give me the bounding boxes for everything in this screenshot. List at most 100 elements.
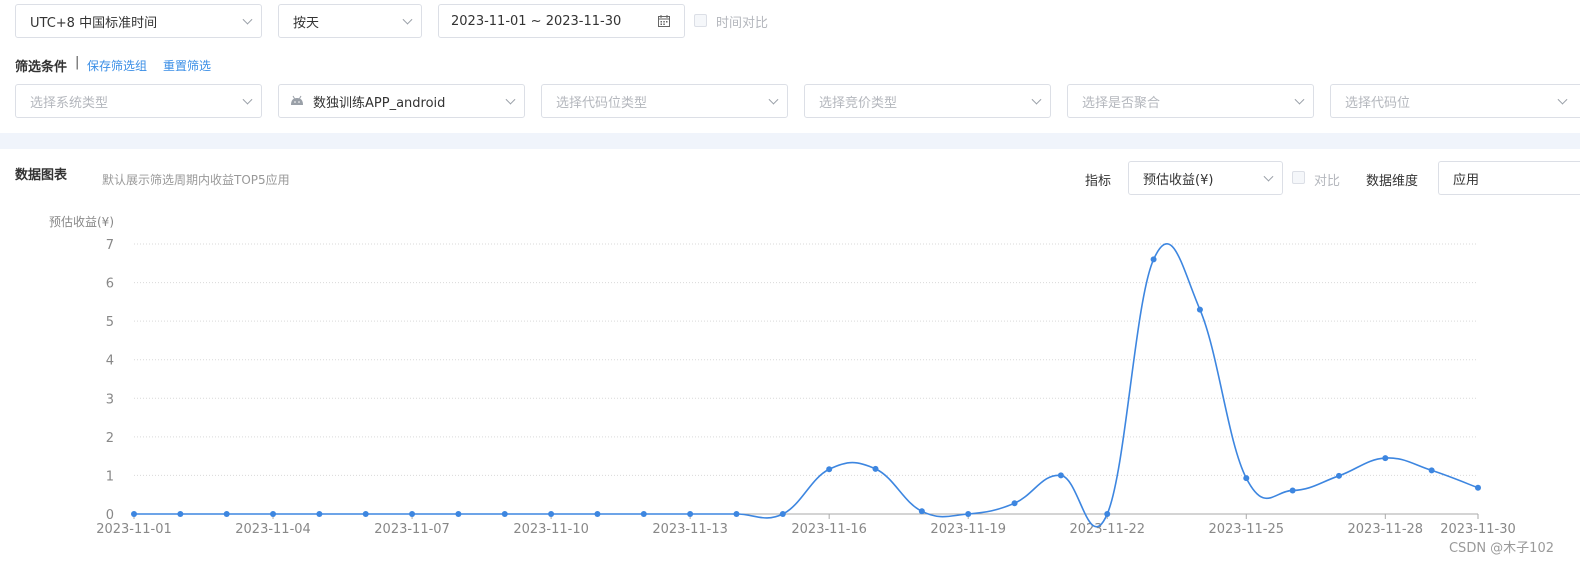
- aggregate-select[interactable]: 选择是否聚合: [1067, 84, 1314, 118]
- data-point[interactable]: [1475, 484, 1481, 491]
- chevron-down-icon: [1263, 171, 1274, 182]
- data-point[interactable]: [1104, 511, 1111, 517]
- chevron-down-icon: [1294, 94, 1305, 105]
- data-point[interactable]: [640, 511, 647, 517]
- data-point[interactable]: [965, 511, 972, 517]
- data-point[interactable]: [270, 511, 277, 517]
- x-tick-label: 2023-11-13: [652, 522, 728, 537]
- y-tick-label: 1: [106, 469, 114, 484]
- x-tick-label: 2023-11-04: [235, 522, 311, 537]
- calendar-icon: [658, 15, 670, 27]
- data-point[interactable]: [501, 511, 508, 517]
- chart-section-title: 数据图表: [15, 168, 68, 183]
- x-tick-label: 2023-11-30: [1440, 522, 1516, 537]
- metric-select[interactable]: 预估收益(¥): [1128, 161, 1283, 195]
- section-divider: [0, 133, 1580, 149]
- y-tick-label: 0: [106, 508, 114, 523]
- granularity-select[interactable]: 按天: [278, 4, 422, 38]
- data-point[interactable]: [594, 511, 601, 517]
- compare-label: 对比: [1314, 174, 1341, 189]
- app-select[interactable]: 数独训练APP_android: [278, 84, 525, 118]
- date-range-value: 2023-11-01 ~ 2023-11-30: [451, 13, 622, 29]
- dimension-label: 数据维度: [1366, 174, 1419, 189]
- x-tick-label: 2023-11-07: [374, 522, 450, 537]
- x-tick-label: 2023-11-25: [1208, 522, 1284, 537]
- metric-value: 预估收益(¥): [1143, 172, 1214, 188]
- chart-grid: [134, 243, 1478, 515]
- x-tick-label: 2023-11-16: [791, 522, 867, 537]
- aggregate-placeholder: 选择是否聚合: [1082, 95, 1161, 111]
- x-tick-label: 2023-11-19: [930, 522, 1006, 537]
- x-tick-label: 2023-11-22: [1069, 522, 1145, 537]
- slot-select[interactable]: 选择代码位: [1330, 84, 1580, 118]
- system-type-select[interactable]: 选择系统类型: [15, 84, 262, 118]
- data-point[interactable]: [872, 465, 879, 472]
- data-point[interactable]: [1150, 256, 1157, 263]
- data-point[interactable]: [779, 511, 786, 517]
- chevron-down-icon: [242, 94, 253, 105]
- watermark: CSDN @木子102: [1448, 541, 1554, 556]
- reset-filter-link[interactable]: 重置筛选: [163, 57, 211, 74]
- y-tick-label: 3: [106, 392, 114, 407]
- dimension-value: 应用: [1453, 172, 1480, 188]
- y-tick-label: 4: [106, 354, 114, 369]
- y-axis-label: 预估收益(¥): [49, 215, 114, 229]
- data-point[interactable]: [826, 466, 833, 473]
- slot-type-select[interactable]: 选择代码位类型: [541, 84, 788, 118]
- chevron-down-icon: [768, 94, 779, 105]
- x-tick-label: 2023-11-01: [96, 522, 172, 537]
- bid-type-placeholder: 选择竞价类型: [819, 95, 898, 111]
- chart-series: [131, 243, 1481, 528]
- data-point[interactable]: [1196, 306, 1203, 313]
- x-tick-label: 2023-11-10: [513, 522, 589, 537]
- y-axis-ticks: 0 1 2 3 4 5 6 7: [106, 238, 114, 523]
- data-point[interactable]: [1382, 455, 1389, 462]
- date-range-picker[interactable]: 2023-11-01 ~ 2023-11-30: [438, 4, 685, 38]
- data-point[interactable]: [455, 511, 462, 517]
- timezone-select[interactable]: UTC+8 中国标准时间: [15, 4, 262, 38]
- save-filter-link[interactable]: 保存筛选组: [87, 57, 147, 74]
- data-point[interactable]: [1011, 500, 1018, 507]
- y-tick-label: 6: [106, 277, 114, 292]
- data-point[interactable]: [733, 511, 740, 517]
- slot-type-placeholder: 选择代码位类型: [556, 95, 648, 111]
- bid-type-select[interactable]: 选择竞价类型: [804, 84, 1051, 118]
- y-tick-label: 2: [106, 431, 114, 446]
- chevron-down-icon: [242, 14, 253, 25]
- data-point[interactable]: [316, 511, 323, 517]
- app-value: 数独训练APP_android: [313, 95, 446, 111]
- time-compare-label: 时间对比: [716, 16, 769, 31]
- compare-checkbox[interactable]: [1292, 171, 1305, 184]
- granularity-value: 按天: [293, 15, 320, 31]
- data-point[interactable]: [362, 511, 369, 517]
- data-point[interactable]: [918, 508, 925, 515]
- dimension-select[interactable]: 应用: [1438, 161, 1580, 195]
- x-axis-ticks: 2023-11-01 2023-11-04 2023-11-07 2023-11-10…: [96, 514, 1516, 537]
- data-point[interactable]: [131, 511, 137, 517]
- data-point[interactable]: [1335, 472, 1342, 479]
- system-type-placeholder: 选择系统类型: [30, 95, 109, 111]
- chevron-down-icon: [1031, 94, 1042, 105]
- data-point[interactable]: [1057, 472, 1064, 479]
- time-compare-checkbox[interactable]: [694, 14, 707, 27]
- data-point[interactable]: [548, 511, 555, 517]
- data-point[interactable]: [687, 511, 694, 517]
- filter-separator: |: [75, 55, 80, 70]
- y-tick-label: 5: [106, 315, 114, 330]
- data-point[interactable]: [1243, 475, 1250, 482]
- filter-title: 筛选条件: [15, 60, 68, 75]
- chevron-down-icon: [505, 94, 516, 105]
- data-point[interactable]: [1428, 467, 1435, 474]
- data-point[interactable]: [223, 511, 230, 517]
- metric-label: 指标: [1085, 174, 1112, 189]
- data-point[interactable]: [1289, 487, 1296, 494]
- data-point[interactable]: [177, 511, 184, 517]
- x-tick-label: 2023-11-28: [1348, 522, 1424, 537]
- timezone-value: UTC+8 中国标准时间: [30, 15, 158, 31]
- series-line: [133, 243, 1479, 528]
- android-icon: [291, 95, 303, 105]
- slot-placeholder: 选择代码位: [1345, 95, 1411, 111]
- data-point[interactable]: [409, 511, 416, 517]
- chart-hint: 默认展示筛选周期内收益TOP5应用: [102, 173, 290, 187]
- chevron-down-icon: [1557, 94, 1568, 105]
